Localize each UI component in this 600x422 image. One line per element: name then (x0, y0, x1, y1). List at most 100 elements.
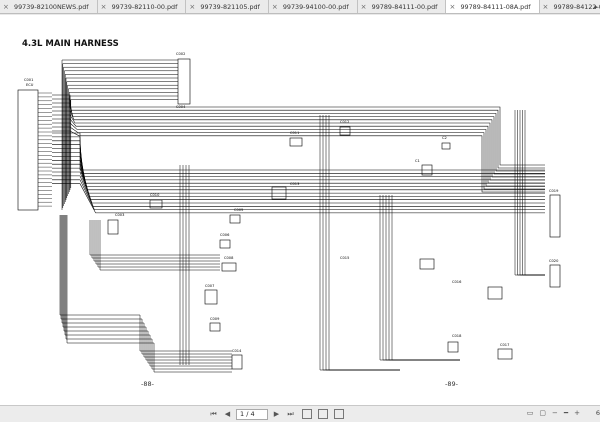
connector-label: C019 (549, 189, 559, 193)
fit-page-icon[interactable]: ▢ (539, 409, 546, 417)
view-tools: ▭ ▢ − ━ + (527, 409, 580, 417)
connector-c020-box (549, 264, 561, 288)
tab-5[interactable]: × 99789-84111-08A.pdf (446, 0, 540, 13)
ecu-connector-box (17, 89, 39, 211)
zoom-out-icon[interactable]: − (552, 409, 558, 417)
wire (52, 106, 545, 175)
connector-c017-box (497, 348, 513, 360)
tab-label: 99739-821105.pdf (200, 3, 260, 11)
wire (70, 99, 178, 188)
wire (52, 110, 545, 178)
continuous-view-icon[interactable] (334, 409, 344, 419)
tab-label: 99739-94100-00.pdf (282, 3, 349, 11)
tab-label: 99739-82110-00.pdf (111, 3, 178, 11)
wire (68, 92, 178, 192)
connector-label: C008 (224, 256, 234, 260)
wire (517, 110, 545, 276)
page-navigation: ⏮ ◀ 1 / 4 ▶ ⏭ (208, 408, 344, 420)
last-page-icon[interactable]: ⏭ (285, 408, 296, 420)
connector-c002-box (177, 58, 191, 105)
wire (319, 115, 400, 371)
first-page-icon[interactable]: ⏮ (208, 408, 219, 420)
status-bar: ⏮ ◀ 1 / 4 ▶ ⏭ ▭ ▢ − ━ + 6 (0, 405, 600, 422)
wire (519, 110, 545, 276)
connector-label: C003 (115, 213, 124, 217)
connector-label: C012 (340, 120, 349, 124)
wire (52, 183, 545, 214)
connector-label: C005 (234, 208, 243, 212)
connector-label: C004 (176, 105, 186, 109)
tab-1[interactable]: × 99739-82110-00.pdf (97, 0, 187, 13)
connector-label: C020 (549, 259, 559, 263)
wire (52, 144, 545, 181)
wire (524, 110, 545, 276)
tab-overflow-icon[interactable]: ▸ (594, 0, 598, 14)
wire (61, 59, 178, 210)
wiring-schematic: C001ECU C002 C004 C011 C012 C013 C003 C005 C006 C… (17, 52, 561, 373)
zoom-in-icon[interactable]: + (574, 409, 580, 417)
tab-4[interactable]: × 99789-84111-00.pdf (357, 0, 447, 13)
connector-c008-box (221, 262, 237, 272)
tab-label: 99789-84122-07A.pdf (553, 3, 600, 11)
close-tab-icon[interactable]: × (361, 0, 367, 13)
close-tab-icon[interactable]: × (449, 0, 455, 13)
prev-page-icon[interactable]: ◀ (222, 408, 233, 420)
right-page-number: -89- (445, 380, 458, 388)
connector-label: C011 (290, 131, 299, 135)
zoom-slider-icon[interactable]: ━ (564, 409, 568, 417)
connector-c003-box (107, 219, 119, 235)
connector-label: C1 (415, 159, 420, 163)
close-tab-icon[interactable]: × (272, 0, 278, 13)
close-tab-icon[interactable]: × (189, 0, 195, 13)
wire (514, 110, 545, 276)
wire (52, 175, 545, 207)
wire (97, 220, 220, 268)
connector-label: C018 (452, 334, 462, 338)
connector-c2-box (441, 142, 451, 150)
ecu-connector-label: C001 (24, 78, 33, 82)
two-page-view-icon[interactable] (318, 409, 328, 419)
wire (52, 102, 545, 172)
wire (52, 163, 545, 197)
connector-c019-box (549, 194, 561, 238)
close-tab-icon[interactable]: × (543, 0, 549, 13)
page-number-input[interactable]: 1 / 4 (236, 408, 268, 420)
left-page-number: -88- (141, 380, 154, 388)
tab-2[interactable]: × 99739-821105.pdf (186, 0, 269, 13)
connector-label: C009 (210, 317, 220, 321)
document-viewport[interactable]: 4.3L MAIN HARNESS C001 ECU C002 C004 C011 C01… (0, 15, 600, 405)
connector-label: C007 (205, 284, 214, 288)
wire (388, 195, 460, 361)
next-page-icon[interactable]: ▶ (271, 408, 282, 420)
close-tab-icon[interactable]: × (101, 0, 107, 13)
wire (522, 110, 545, 276)
connector-label: C013 (290, 182, 299, 186)
wire (64, 74, 178, 202)
wire (52, 148, 545, 184)
connector-label: C002 (176, 52, 185, 56)
fit-width-icon[interactable]: ▭ (527, 409, 534, 417)
tab-bar: × 99739-82100NEWS.pdf × 99739-82110-00.pdf ×… (0, 0, 600, 14)
tab-6[interactable]: × 99789-84122-07A.pdf (539, 0, 600, 13)
wire (52, 132, 545, 171)
connector-c005-box (229, 214, 241, 224)
connector-c010-box (149, 199, 163, 209)
close-tab-icon[interactable]: × (3, 0, 9, 13)
wire (63, 215, 232, 364)
wire (322, 115, 400, 371)
connector-c016-box (487, 286, 503, 300)
wire (95, 220, 220, 265)
connector-c006-box (219, 239, 231, 249)
connector-c007-box (204, 289, 218, 305)
wire (91, 220, 220, 259)
tab-3[interactable]: × 99739-94100-00.pdf (268, 0, 358, 13)
wire (391, 195, 460, 361)
connector-c011-box (289, 137, 303, 147)
tab-0[interactable]: × 99739-82100NEWS.pdf (0, 0, 98, 13)
wire (328, 115, 400, 371)
single-page-view-icon[interactable] (302, 409, 312, 419)
wire (89, 220, 220, 256)
connector-c012-box (339, 126, 351, 136)
wire (385, 195, 460, 361)
tab-label: 99739-82100NEWS.pdf (14, 3, 89, 11)
